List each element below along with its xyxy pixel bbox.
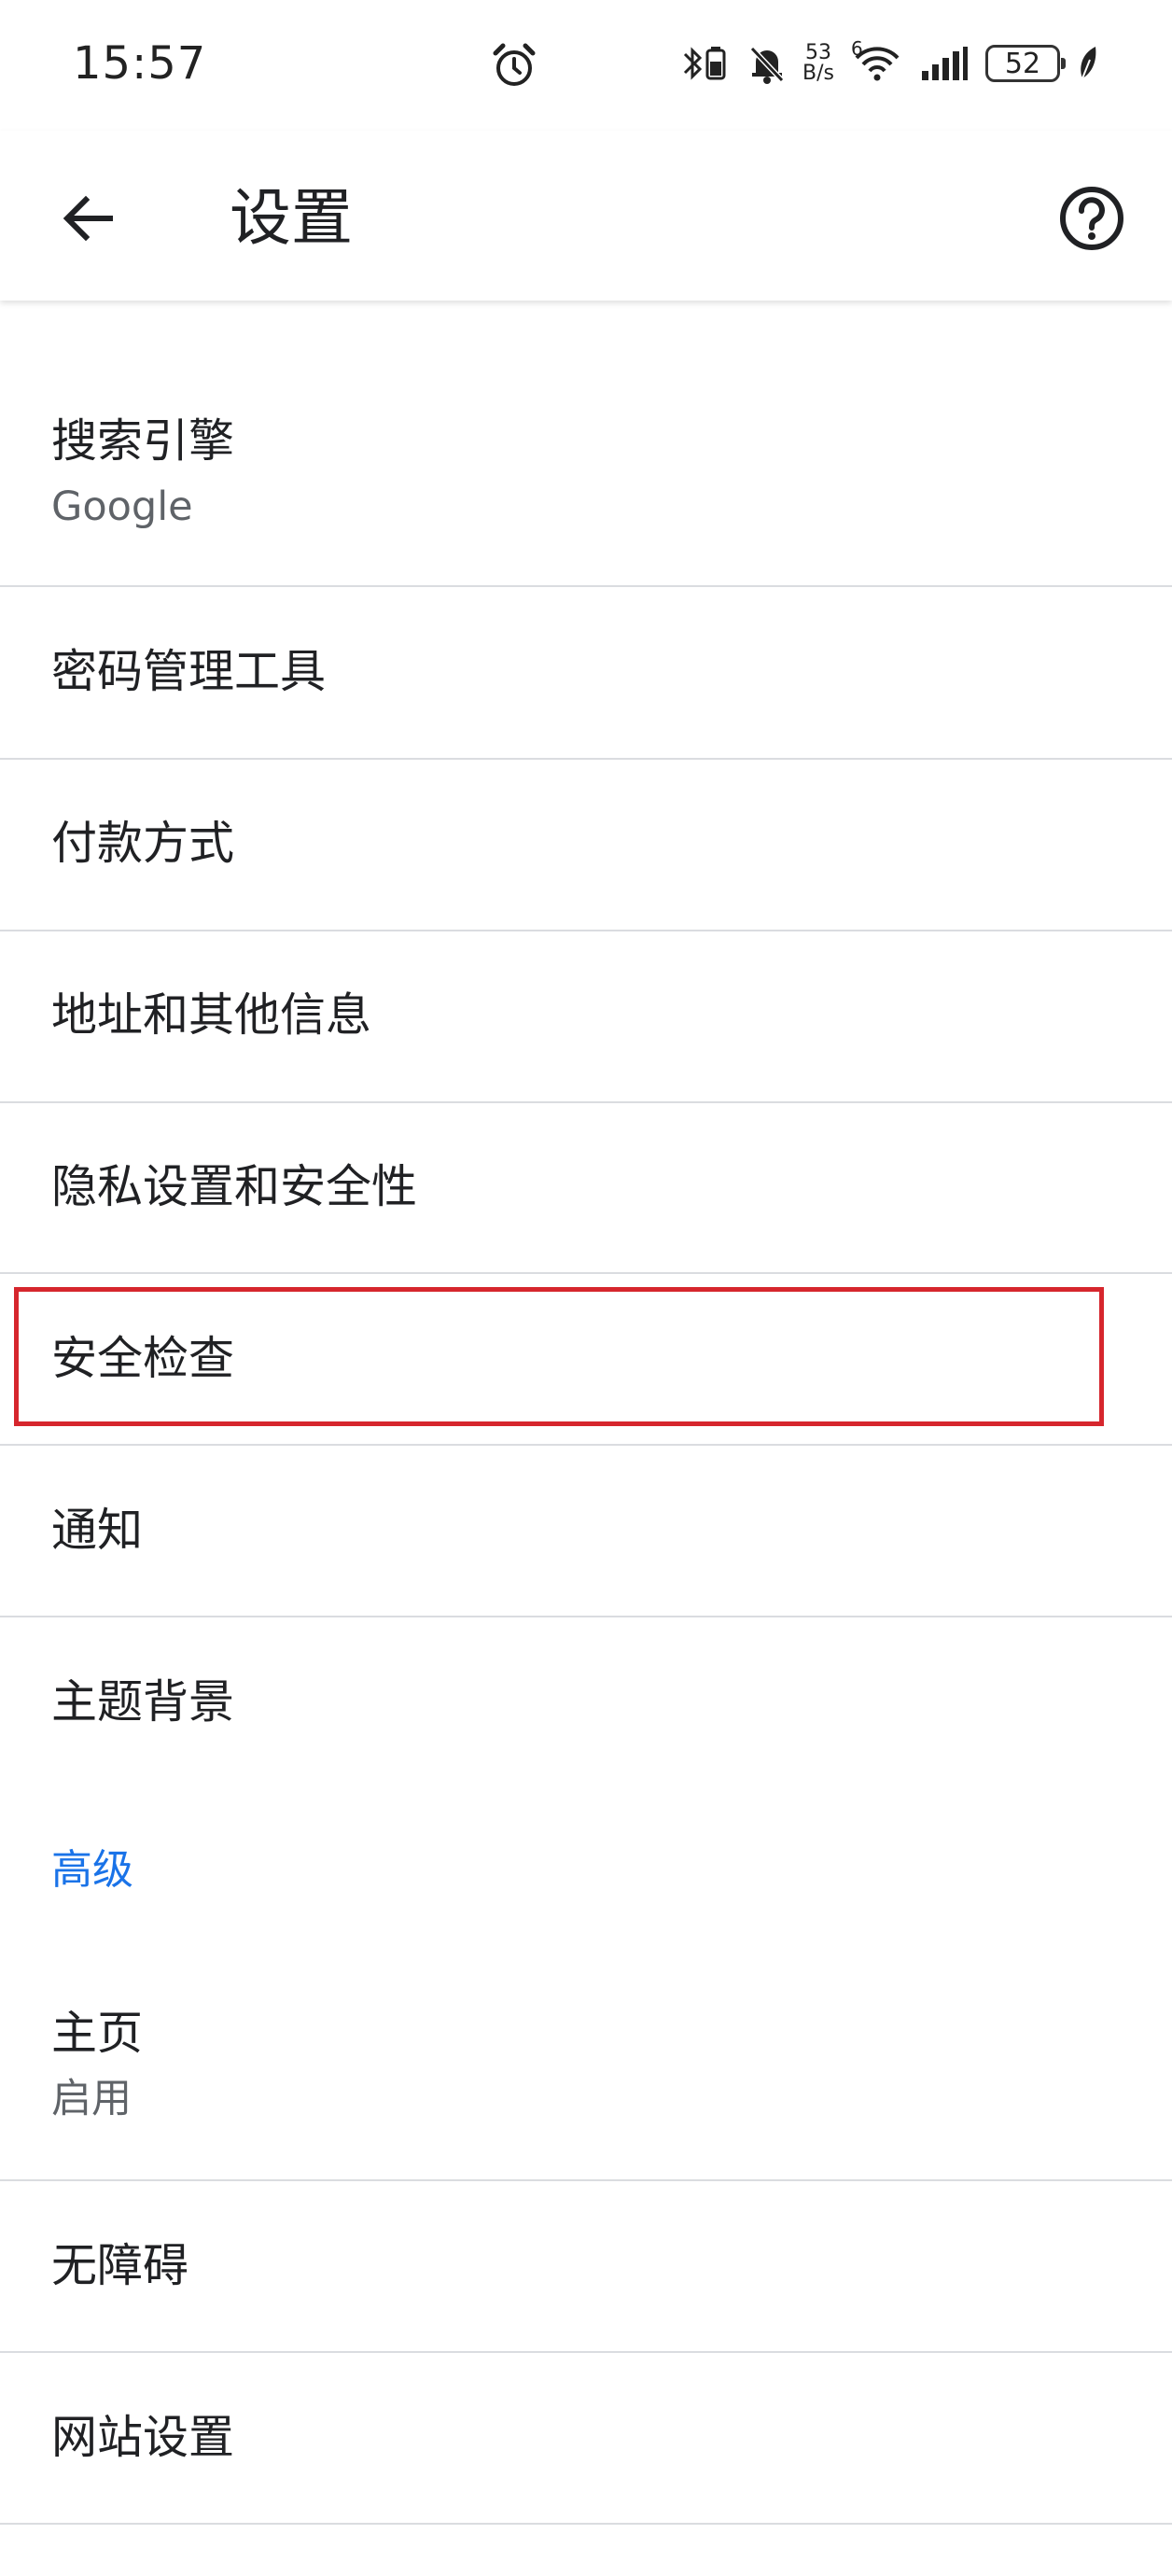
- setting-site-settings[interactable]: 网站设置: [0, 2408, 1172, 2468]
- alarm-icon: [490, 41, 538, 90]
- setting-subtitle: Google: [51, 483, 193, 530]
- setting-title: 安全检查: [51, 1332, 235, 1385]
- setting-safety-check[interactable]: 安全检查: [0, 1329, 1172, 1389]
- status-icons: 53 B/s 6 52: [679, 35, 1099, 91]
- status-time: 15:57: [73, 37, 207, 90]
- leaf-icon: [1077, 45, 1099, 82]
- page-title: 设置: [230, 182, 353, 254]
- divider: [0, 1616, 1172, 1617]
- help-button[interactable]: [1047, 174, 1137, 263]
- setting-title: 密码管理工具: [51, 645, 327, 698]
- setting-title: 隐私设置和安全性: [51, 1160, 418, 1213]
- setting-addresses[interactable]: 地址和其他信息: [0, 986, 1172, 1045]
- divider: [0, 930, 1172, 931]
- help-icon: [1060, 187, 1123, 250]
- divider: [0, 1101, 1172, 1103]
- setting-theme[interactable]: 主题背景: [0, 1673, 1172, 1732]
- battery-icon: 52: [985, 45, 1066, 82]
- setting-accessibility[interactable]: 无障碍: [0, 2236, 1172, 2296]
- setting-title: 无障碍: [51, 2239, 189, 2292]
- setting-title: 地址和其他信息: [51, 988, 372, 1042]
- setting-title: 搜索引擎: [51, 414, 235, 468]
- setting-title: 网站设置: [51, 2411, 235, 2464]
- setting-search-engine[interactable]: 搜索引擎 Google: [0, 412, 1172, 533]
- app-bar: 设置: [0, 131, 1172, 301]
- status-bar: 15:57 53 B/s 6 52: [0, 0, 1172, 131]
- wifi-icon: 6: [851, 37, 903, 84]
- network-speed: 53 B/s: [802, 41, 834, 85]
- setting-password-manager[interactable]: 密码管理工具: [0, 642, 1172, 702]
- divider: [0, 585, 1172, 587]
- section-header-advanced: 高级: [51, 1846, 133, 1894]
- divider: [0, 2179, 1172, 2181]
- setting-notifications[interactable]: 通知: [0, 1501, 1172, 1561]
- back-button[interactable]: [45, 175, 131, 261]
- divider: [0, 2523, 1172, 2525]
- setting-title: 主页: [51, 2007, 144, 2060]
- setting-homepage[interactable]: 主页 启用: [0, 2004, 1172, 2125]
- setting-title: 通知: [51, 1504, 144, 1557]
- arrow-back-icon: [63, 195, 113, 242]
- divider: [0, 2351, 1172, 2353]
- bluetooth-battery-icon: [679, 43, 732, 84]
- setting-title: 主题背景: [51, 1675, 235, 1729]
- setting-payment-methods[interactable]: 付款方式: [0, 814, 1172, 874]
- setting-privacy-security[interactable]: 隐私设置和安全性: [0, 1157, 1172, 1217]
- bell-muted-icon: [748, 43, 786, 84]
- setting-subtitle: 启用: [51, 2076, 132, 2122]
- setting-title: 付款方式: [51, 817, 235, 870]
- signal-icon: [920, 45, 969, 82]
- divider: [0, 758, 1172, 760]
- divider: [0, 1272, 1172, 1274]
- divider: [0, 1444, 1172, 1446]
